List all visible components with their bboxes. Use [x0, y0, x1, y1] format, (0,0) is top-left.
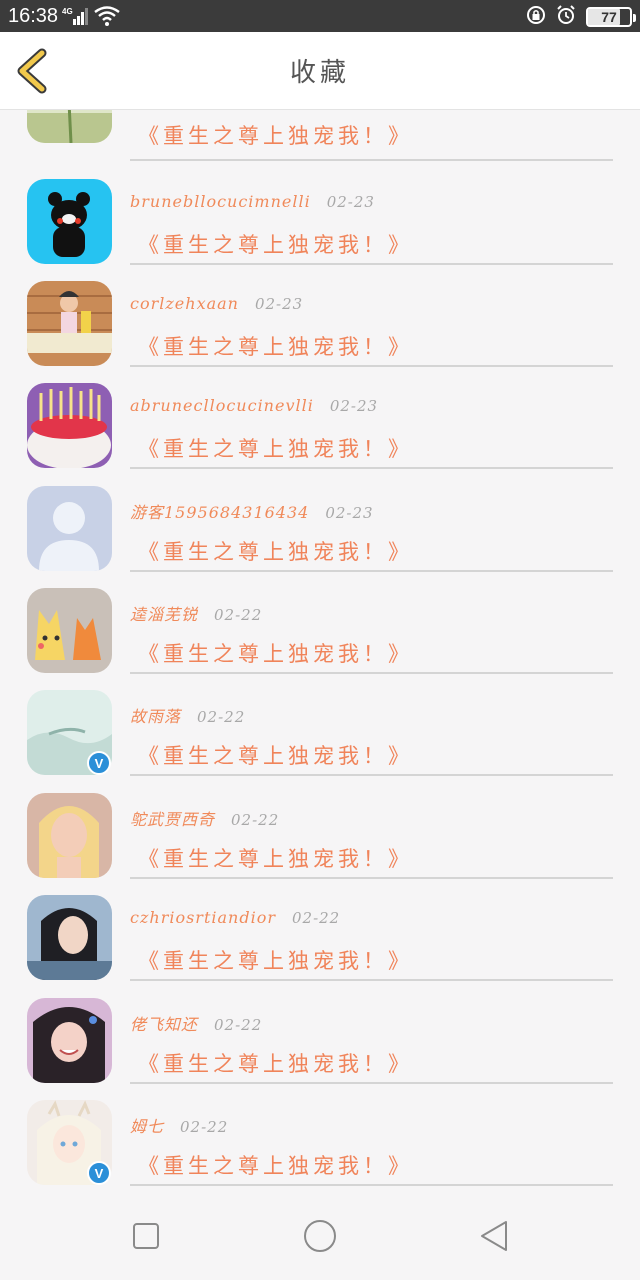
username: brunebllocucimnelli 02-23 — [130, 192, 375, 211]
verified-badge: V — [87, 1161, 111, 1185]
book-title: 《重生之尊上独宠我！》 — [138, 847, 413, 871]
avatar[interactable] — [27, 110, 112, 143]
username: abrunecllocucinevlli 02-23 — [130, 396, 378, 415]
list-item[interactable]: 逵淄芜锐 02-22 《重生之尊上独宠我！》 — [0, 588, 640, 690]
avatar[interactable] — [27, 588, 112, 673]
date: 02-23 — [325, 504, 374, 522]
username-text: abrunecllocucinevlli — [130, 396, 314, 415]
signal-icon: 4G — [62, 6, 88, 30]
username-text: 鸵武贾西奇 — [130, 810, 216, 829]
favorites-list: 《重生之尊上独宠我！》 brunebllocucimnelli 02-23 《重生… — [0, 110, 640, 1190]
recents-square-icon — [133, 1223, 159, 1249]
username-text: czhriosrtiandior — [130, 908, 276, 927]
divider — [130, 570, 613, 572]
divider — [130, 774, 613, 776]
username-text: 佬飞知还 — [130, 1015, 199, 1034]
back-nav-button[interactable] — [476, 1218, 512, 1254]
date: 02-22 — [291, 909, 341, 927]
username-text: 游客1595684316434 — [130, 503, 310, 522]
avatar[interactable] — [27, 179, 112, 264]
wifi-icon — [94, 6, 120, 30]
username-text: brunebllocucimnelli — [130, 192, 311, 211]
username: 逵淄芜锐 02-22 — [130, 601, 262, 625]
book-title: 《重生之尊上独宠我！》 — [138, 1154, 413, 1178]
book-title: 《重生之尊上独宠我！》 — [138, 642, 413, 666]
battery-percent: 77 — [601, 9, 617, 25]
date: 02-23 — [329, 397, 379, 415]
date: 02-23 — [326, 193, 375, 211]
username: corlzehxaan 02-23 — [130, 294, 303, 313]
date: 02-22 — [214, 1016, 263, 1034]
list-item[interactable]: 游客1595684316434 02-23 《重生之尊上独宠我！》 — [0, 486, 640, 588]
divider — [130, 672, 613, 674]
book-title: 《重生之尊上独宠我！》 — [138, 540, 413, 564]
book-title: 《重生之尊上独宠我！》 — [138, 335, 413, 359]
battery-icon: 77 — [586, 7, 636, 27]
lock-rotation-icon — [526, 5, 546, 29]
avatar[interactable] — [27, 281, 112, 366]
nav-bar — [0, 1190, 640, 1280]
username: 姆七 02-22 — [130, 1113, 228, 1137]
home-circle-icon — [304, 1220, 336, 1252]
page-title: 收藏 — [289, 58, 350, 88]
date: 02-23 — [254, 295, 304, 313]
home-button[interactable] — [301, 1218, 339, 1254]
username-text: 故雨落 — [130, 707, 182, 726]
divider — [130, 159, 613, 161]
list-item[interactable]: abrunecllocucinevlli 02-23 《重生之尊上独宠我！》 — [0, 383, 640, 485]
status-left-icons: 4G — [62, 6, 120, 30]
date: 02-22 — [197, 708, 246, 726]
username: 鸵武贾西奇 02-22 — [130, 806, 279, 830]
list-item[interactable]: corlzehxaan 02-23 《重生之尊上独宠我！》 — [0, 281, 640, 383]
book-title: 《重生之尊上独宠我！》 — [138, 744, 413, 768]
list-item[interactable]: V 故雨落 02-22 《重生之尊上独宠我！》 — [0, 690, 640, 792]
book-title: 《重生之尊上独宠我！》 — [138, 949, 413, 973]
date: 02-22 — [231, 811, 280, 829]
date: 02-22 — [180, 1118, 229, 1136]
list-item[interactable]: 《重生之尊上独宠我！》 — [0, 110, 640, 161]
divider — [130, 263, 613, 265]
back-triangle-icon — [481, 1221, 507, 1251]
username-text: corlzehxaan — [130, 294, 239, 313]
username-text: 姆七 — [130, 1117, 165, 1136]
book-title: 《重生之尊上独宠我！》 — [138, 124, 413, 148]
list-item[interactable]: V 姆七 02-22 《重生之尊上独宠我！》 — [0, 1100, 640, 1190]
divider — [130, 979, 613, 981]
status-bar: 16:38 4G 77 — [0, 0, 640, 32]
alarm-icon — [556, 5, 576, 29]
list-item[interactable]: 鸵武贾西奇 02-22 《重生之尊上独宠我！》 — [0, 793, 640, 895]
username: 游客1595684316434 02-23 — [130, 499, 374, 523]
username: 佬飞知还 02-22 — [130, 1011, 262, 1035]
verified-badge: V — [87, 751, 111, 775]
list-item[interactable]: brunebllocucimnelli 02-23 《重生之尊上独宠我！》 — [0, 179, 640, 281]
avatar[interactable] — [27, 998, 112, 1083]
divider — [130, 467, 613, 469]
divider — [130, 877, 613, 879]
network-label: 4G — [62, 7, 73, 16]
book-title: 《重生之尊上独宠我！》 — [138, 1052, 413, 1076]
avatar[interactable] — [27, 383, 112, 468]
recents-button[interactable] — [128, 1218, 164, 1254]
list-item[interactable]: czhriosrtiandior 02-22 《重生之尊上独宠我！》 — [0, 895, 640, 997]
avatar[interactable] — [27, 486, 112, 571]
divider — [130, 1184, 613, 1186]
avatar[interactable] — [27, 793, 112, 878]
avatar[interactable] — [27, 895, 112, 980]
list-item[interactable]: 佬飞知还 02-22 《重生之尊上独宠我！》 — [0, 998, 640, 1100]
divider — [130, 365, 613, 367]
date: 02-22 — [214, 606, 263, 624]
header: 收藏 — [0, 32, 640, 110]
book-title: 《重生之尊上独宠我！》 — [138, 233, 413, 257]
username-text: 逵淄芜锐 — [130, 605, 199, 624]
status-time: 16:38 — [8, 5, 59, 27]
book-title: 《重生之尊上独宠我！》 — [138, 437, 413, 461]
username: czhriosrtiandior 02-22 — [130, 908, 340, 927]
username: 故雨落 02-22 — [130, 703, 245, 727]
divider — [130, 1082, 613, 1084]
status-right-icons: 77 — [526, 5, 636, 29]
